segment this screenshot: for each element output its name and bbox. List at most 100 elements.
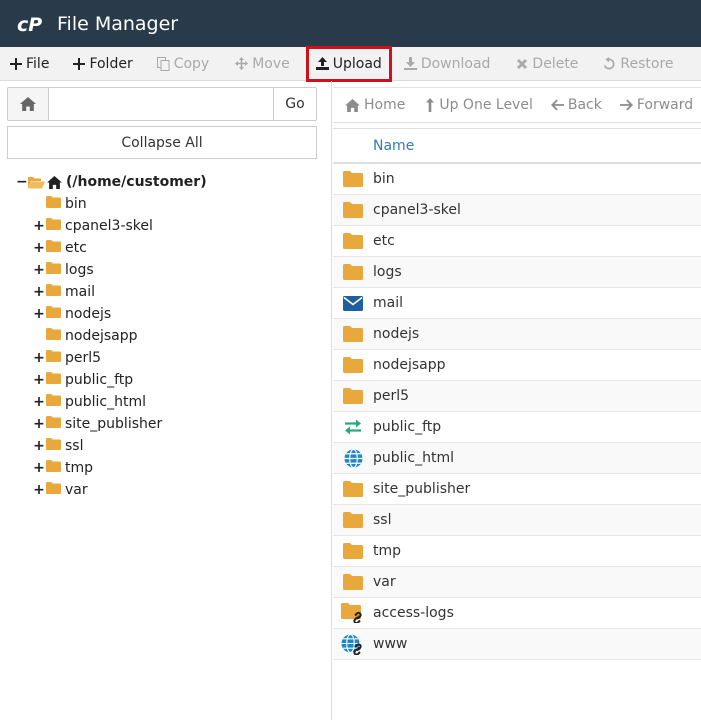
file-name[interactable]: bin (373, 171, 395, 187)
file-name[interactable]: nodejsapp (373, 357, 445, 373)
tree-root-label: (/home/customer) (66, 174, 207, 190)
table-row[interactable]: site_publisher (333, 474, 701, 505)
folder-icon (46, 262, 61, 274)
file-name[interactable]: logs (373, 264, 402, 280)
tree-item[interactable]: + site_publisher (32, 413, 162, 435)
delete-button[interactable]: Delete (508, 47, 586, 81)
collapse-all-button[interactable]: Collapse All (7, 126, 317, 159)
forward-button[interactable]: Forward (608, 87, 699, 123)
table-row[interactable]: logs (333, 257, 701, 288)
expand-toggle-icon[interactable]: + (32, 218, 46, 234)
tree-item-label: etc (65, 240, 87, 256)
table-row[interactable]: nodejsapp (333, 350, 701, 381)
folder-icon (46, 438, 61, 450)
table-row[interactable]: bin (333, 164, 701, 195)
copy-button[interactable]: Copy (149, 47, 218, 81)
expand-toggle-icon[interactable]: + (32, 240, 46, 256)
table-row[interactable]: var (333, 567, 701, 598)
name-column-header[interactable]: Name (373, 138, 414, 154)
table-row[interactable]: nodejs (333, 319, 701, 350)
collapse-toggle-icon[interactable]: − (16, 174, 28, 190)
expand-toggle-icon[interactable]: + (32, 394, 46, 410)
expand-toggle-icon[interactable]: + (32, 482, 46, 498)
file-name[interactable]: var (373, 574, 396, 590)
expand-toggle-icon[interactable]: + (32, 460, 46, 476)
home-icon (47, 175, 62, 189)
table-row[interactable]: tmp (333, 536, 701, 567)
upload-button[interactable]: Upload (305, 45, 392, 82)
expand-toggle-icon[interactable]: + (32, 306, 46, 322)
table-row[interactable]: access-logs (333, 598, 701, 629)
expand-toggle-icon[interactable]: + (32, 416, 46, 432)
file-name[interactable]: mail (373, 295, 403, 311)
move-button[interactable]: Move (227, 47, 298, 81)
expand-toggle-icon[interactable]: + (32, 262, 46, 278)
folder-icon (337, 481, 369, 497)
file-name[interactable]: cpanel3-skel (373, 202, 461, 218)
up-one-level-label: Up One Level (439, 97, 533, 113)
new-file-button[interactable]: File (0, 47, 57, 81)
path-input[interactable] (49, 87, 273, 121)
table-row[interactable]: etc (333, 226, 701, 257)
new-folder-button[interactable]: Folder (65, 47, 140, 81)
restore-button[interactable]: Restore (594, 47, 681, 81)
tree-item[interactable]: + etc (32, 237, 87, 259)
table-row[interactable]: cpanel3-skel (333, 195, 701, 226)
folder-icon (46, 350, 61, 366)
file-name[interactable]: public_ftp (373, 419, 441, 435)
tree-item-label: public_html (65, 394, 147, 410)
table-row[interactable]: perl5 (333, 381, 701, 412)
path-bar: Go (7, 87, 317, 121)
folder-icon (46, 284, 61, 296)
tree-item[interactable]: + ssl (32, 435, 83, 457)
download-label: Download (420, 55, 491, 72)
folder-icon (343, 574, 363, 590)
tree-item[interactable]: + logs (32, 259, 94, 281)
tree-item[interactable]: + var (32, 479, 88, 501)
go-button[interactable]: Go (273, 87, 317, 121)
tree-item[interactable]: + perl5 (32, 347, 101, 369)
expand-toggle-icon[interactable]: + (32, 284, 46, 300)
tree-item[interactable]: + tmp (32, 457, 93, 479)
folder-label: Folder (89, 55, 133, 72)
table-row[interactable]: public_ftp (333, 412, 701, 443)
file-name[interactable]: nodejs (373, 326, 419, 342)
file-name[interactable]: www (373, 636, 407, 652)
tree-item[interactable]: nodejsapp (32, 325, 137, 347)
tree-item[interactable]: + cpanel3-skel (32, 215, 153, 237)
file-name[interactable]: public_html (373, 450, 454, 466)
table-row[interactable]: public_html (333, 443, 701, 474)
cpanel-logo[interactable]: cP (17, 13, 49, 35)
tree-item-label: tmp (65, 460, 94, 476)
file-name[interactable]: perl5 (373, 388, 409, 404)
expand-toggle-icon[interactable]: + (32, 350, 46, 366)
tree-item[interactable]: + public_html (32, 391, 146, 413)
folder-icon (46, 372, 61, 384)
tree-root[interactable]: − (/home/customer) (16, 171, 207, 193)
table-header: Name (333, 128, 701, 164)
upload-icon (315, 57, 329, 70)
copy-icon (156, 56, 170, 71)
tree-item[interactable]: + public_ftp (32, 369, 133, 391)
download-button[interactable]: Download (396, 47, 499, 81)
table-row[interactable]: www (333, 629, 701, 660)
home-button[interactable]: Home (333, 87, 411, 123)
file-name[interactable]: access-logs (373, 605, 454, 621)
file-name[interactable]: site_publisher (373, 481, 470, 497)
expand-toggle-icon[interactable]: + (32, 438, 46, 454)
plus-icon (73, 57, 86, 70)
table-row[interactable]: ssl (333, 505, 701, 536)
table-row[interactable]: mail (333, 288, 701, 319)
file-name[interactable]: tmp (373, 543, 401, 559)
tree-item[interactable]: + nodejs (32, 303, 111, 325)
expand-toggle-icon[interactable]: + (32, 372, 46, 388)
move-label: Move (252, 55, 290, 72)
tree-item[interactable]: bin (32, 193, 87, 215)
tree-item[interactable]: + mail (32, 281, 95, 303)
file-list-table: Name bin cpanel3-skel etc logs mail nodejs nod… (333, 128, 701, 660)
file-name[interactable]: etc (373, 233, 395, 249)
file-name[interactable]: ssl (373, 512, 391, 528)
path-home-button[interactable] (7, 87, 49, 121)
up-one-level-button[interactable]: Up One Level (411, 87, 539, 123)
back-button[interactable]: Back (539, 87, 608, 123)
